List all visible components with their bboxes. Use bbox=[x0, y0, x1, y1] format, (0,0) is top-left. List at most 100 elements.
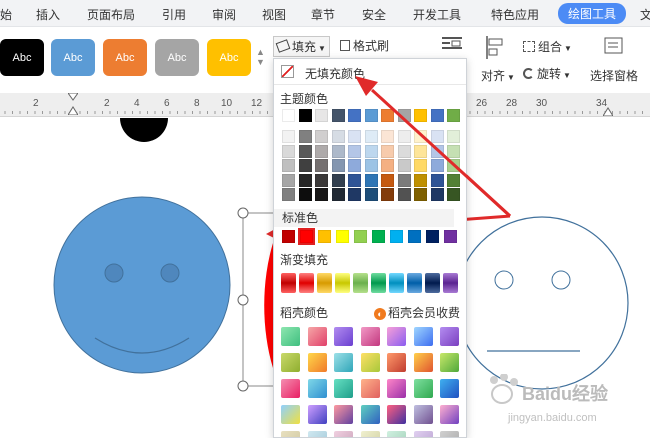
tab-special-apps[interactable]: 特色应用 bbox=[491, 6, 539, 23]
tab-developer[interactable]: 开发工具 bbox=[413, 6, 461, 23]
gradient-fill-swatch[interactable] bbox=[425, 273, 440, 293]
theme-shade-swatch[interactable] bbox=[282, 173, 295, 187]
theme-shade-swatch[interactable] bbox=[397, 144, 411, 158]
theme-shade-swatch[interactable] bbox=[331, 173, 345, 187]
docer-color-swatch[interactable] bbox=[387, 327, 406, 346]
theme-shade-swatch[interactable] bbox=[414, 188, 427, 201]
tab-security[interactable]: 安全 bbox=[362, 6, 386, 23]
align-icon[interactable] bbox=[484, 35, 506, 61]
theme-shade-swatch[interactable] bbox=[331, 144, 345, 158]
theme-shade-swatch[interactable] bbox=[315, 130, 328, 143]
docer-color-swatch[interactable] bbox=[307, 353, 327, 372]
theme-shade-swatch[interactable] bbox=[430, 188, 444, 201]
theme-shade-swatch[interactable] bbox=[364, 144, 378, 158]
theme-shade-swatch[interactable] bbox=[282, 188, 295, 201]
theme-shade-swatch[interactable] bbox=[298, 188, 312, 201]
theme-shade-swatch[interactable] bbox=[348, 144, 361, 158]
standard-color-swatch[interactable] bbox=[298, 228, 315, 245]
no-fill-option[interactable]: 无填充颜色 bbox=[274, 59, 466, 85]
shape-style-blue[interactable]: Abc bbox=[51, 39, 95, 76]
theme-shade-swatch[interactable] bbox=[298, 159, 312, 172]
right-indent-marker[interactable] bbox=[602, 105, 614, 117]
docer-member-link[interactable]: ◐ 稻壳会员收费 bbox=[373, 304, 460, 321]
docer-color-swatch[interactable] bbox=[440, 405, 459, 424]
theme-shade-swatch[interactable] bbox=[381, 144, 394, 158]
theme-shade-swatch[interactable] bbox=[397, 130, 411, 143]
theme-shade-swatch[interactable] bbox=[348, 173, 361, 187]
docer-color-swatch[interactable] bbox=[281, 379, 300, 398]
format-painter-button[interactable]: 格式刷 bbox=[340, 37, 389, 54]
docer-color-swatch[interactable] bbox=[307, 379, 327, 398]
theme-shade-swatch[interactable] bbox=[430, 144, 444, 158]
theme-shade-swatch[interactable] bbox=[298, 130, 312, 143]
theme-color-swatch[interactable] bbox=[331, 109, 345, 122]
docer-color-swatch[interactable] bbox=[387, 353, 406, 372]
gradient-fill-swatch[interactable] bbox=[371, 273, 386, 293]
docer-color-swatch[interactable] bbox=[307, 431, 327, 437]
docer-color-swatch[interactable] bbox=[334, 431, 353, 437]
docer-color-swatch[interactable] bbox=[413, 379, 433, 398]
tab-review[interactable]: 审阅 bbox=[212, 6, 236, 23]
theme-shade-swatch[interactable] bbox=[282, 144, 295, 158]
theme-color-swatch[interactable] bbox=[282, 109, 295, 122]
shape-style-yellow[interactable]: Abc bbox=[207, 39, 251, 76]
theme-shade-swatch[interactable] bbox=[381, 130, 394, 143]
theme-color-swatch[interactable] bbox=[364, 109, 378, 122]
standard-color-swatch[interactable] bbox=[426, 230, 439, 243]
gradient-fill-swatch[interactable] bbox=[335, 273, 350, 293]
selection-pane-button[interactable]: 选择窗格 bbox=[590, 67, 638, 84]
docer-color-swatch[interactable] bbox=[307, 405, 327, 424]
docer-color-swatch[interactable] bbox=[360, 353, 380, 372]
tab-more[interactable]: 文 bbox=[640, 6, 650, 23]
theme-shade-swatch[interactable] bbox=[381, 159, 394, 172]
theme-shade-swatch[interactable] bbox=[315, 159, 328, 172]
gradient-fill-swatch[interactable] bbox=[317, 273, 332, 293]
tab-insert[interactable]: 插入 bbox=[36, 6, 60, 23]
theme-shade-swatch[interactable] bbox=[315, 173, 328, 187]
gradient-fill-swatch[interactable] bbox=[299, 273, 314, 293]
theme-shade-swatch[interactable] bbox=[447, 130, 460, 143]
theme-color-swatch[interactable] bbox=[430, 109, 444, 122]
standard-color-swatch[interactable] bbox=[444, 230, 457, 243]
docer-color-swatch[interactable] bbox=[360, 379, 380, 398]
theme-shade-swatch[interactable] bbox=[315, 144, 328, 158]
theme-color-swatch[interactable] bbox=[414, 109, 427, 122]
tab-view[interactable]: 视图 bbox=[262, 6, 286, 23]
standard-color-swatch[interactable] bbox=[390, 230, 403, 243]
theme-color-swatch[interactable] bbox=[447, 109, 460, 122]
standard-color-swatch[interactable] bbox=[354, 230, 367, 243]
docer-color-swatch[interactable] bbox=[334, 353, 353, 372]
theme-shade-swatch[interactable] bbox=[282, 159, 295, 172]
theme-shade-swatch[interactable] bbox=[447, 144, 460, 158]
theme-shade-swatch[interactable] bbox=[364, 173, 378, 187]
theme-shade-swatch[interactable] bbox=[298, 144, 312, 158]
theme-shade-swatch[interactable] bbox=[298, 173, 312, 187]
gradient-fill-swatch[interactable] bbox=[443, 273, 458, 293]
standard-color-swatch[interactable] bbox=[408, 230, 421, 243]
docer-color-swatch[interactable] bbox=[334, 327, 353, 346]
docer-color-swatch[interactable] bbox=[281, 327, 300, 346]
theme-shade-swatch[interactable] bbox=[397, 173, 411, 187]
standard-color-swatch[interactable] bbox=[282, 230, 295, 243]
theme-shade-swatch[interactable] bbox=[381, 173, 394, 187]
docer-color-swatch[interactable] bbox=[281, 431, 300, 437]
docer-color-swatch[interactable] bbox=[413, 353, 433, 372]
docer-color-swatch[interactable] bbox=[334, 405, 353, 424]
indent-marker[interactable] bbox=[67, 92, 79, 116]
text-wrap-icon[interactable] bbox=[440, 35, 464, 53]
standard-color-swatch[interactable] bbox=[336, 230, 349, 243]
docer-color-swatch[interactable] bbox=[413, 405, 433, 424]
gradient-fill-swatch[interactable] bbox=[389, 273, 404, 293]
shape-style-orange[interactable]: Abc bbox=[103, 39, 147, 76]
align-button[interactable]: 对齐 ▼ bbox=[481, 67, 515, 84]
group-button[interactable]: 组合 ▼ bbox=[523, 38, 572, 55]
theme-shade-swatch[interactable] bbox=[414, 144, 427, 158]
tab-section[interactable]: 章节 bbox=[311, 6, 335, 23]
docer-color-swatch[interactable] bbox=[387, 379, 406, 398]
docer-color-swatch[interactable] bbox=[360, 431, 380, 437]
theme-shade-swatch[interactable] bbox=[430, 130, 444, 143]
theme-shade-swatch[interactable] bbox=[331, 159, 345, 172]
theme-shade-swatch[interactable] bbox=[430, 173, 444, 187]
theme-color-swatch[interactable] bbox=[397, 109, 411, 122]
standard-color-swatch[interactable] bbox=[372, 230, 385, 243]
